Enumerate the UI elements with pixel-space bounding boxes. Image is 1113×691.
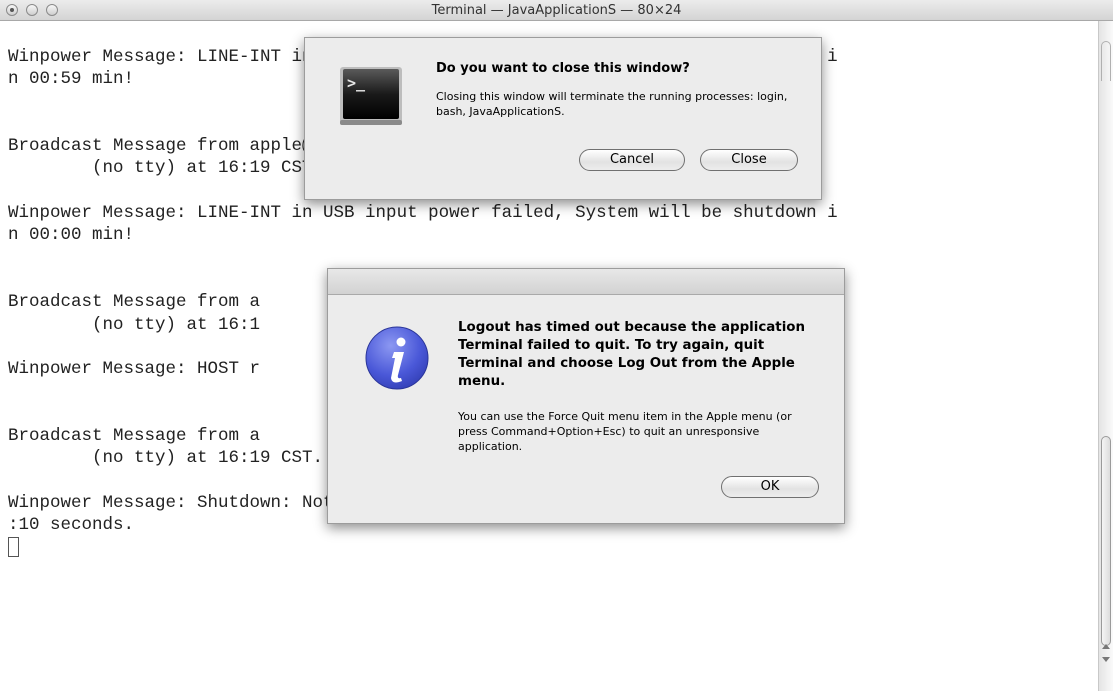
window-title: Terminal — JavaApplicationS — 80×24 [431,3,682,18]
logout-dialog-heading: Logout has timed out because the applica… [458,320,806,389]
svg-text:>_: >_ [347,74,366,92]
ok-button[interactable]: OK [721,476,819,498]
window-title-bar[interactable]: Terminal — JavaApplicationS — 80×24 [0,0,1113,21]
logout-timeout-dialog: Logout has timed out because the applica… [327,268,845,524]
terminal-line [8,536,838,559]
close-button[interactable]: Close [700,149,798,171]
close-dialog-heading: Do you want to close this window? [436,61,690,76]
cancel-button[interactable]: Cancel [579,149,685,171]
vertical-scrollbar[interactable] [1098,21,1113,691]
terminal-line: n 00:00 min! [8,225,135,246]
close-dialog-message: Closing this window will terminate the r… [436,90,788,118]
scrollbar-thumb[interactable] [1101,436,1111,646]
logout-dialog-message: You can use the Force Quit menu item in … [458,410,792,453]
scroll-up-arrow-icon[interactable] [1102,644,1110,649]
terminal-line: Winpower Message: LINE-INT in USB input … [8,203,838,224]
scroll-down-arrow-icon[interactable] [1102,657,1110,662]
terminal-icon: >_ [340,67,402,125]
dialog-title-bar [328,269,844,295]
info-icon [365,326,429,390]
scrollbar-track-top [1101,41,1111,81]
close-window-dialog: >_ Do you want to close this window? Clo… [304,37,822,200]
text-cursor [8,536,19,557]
